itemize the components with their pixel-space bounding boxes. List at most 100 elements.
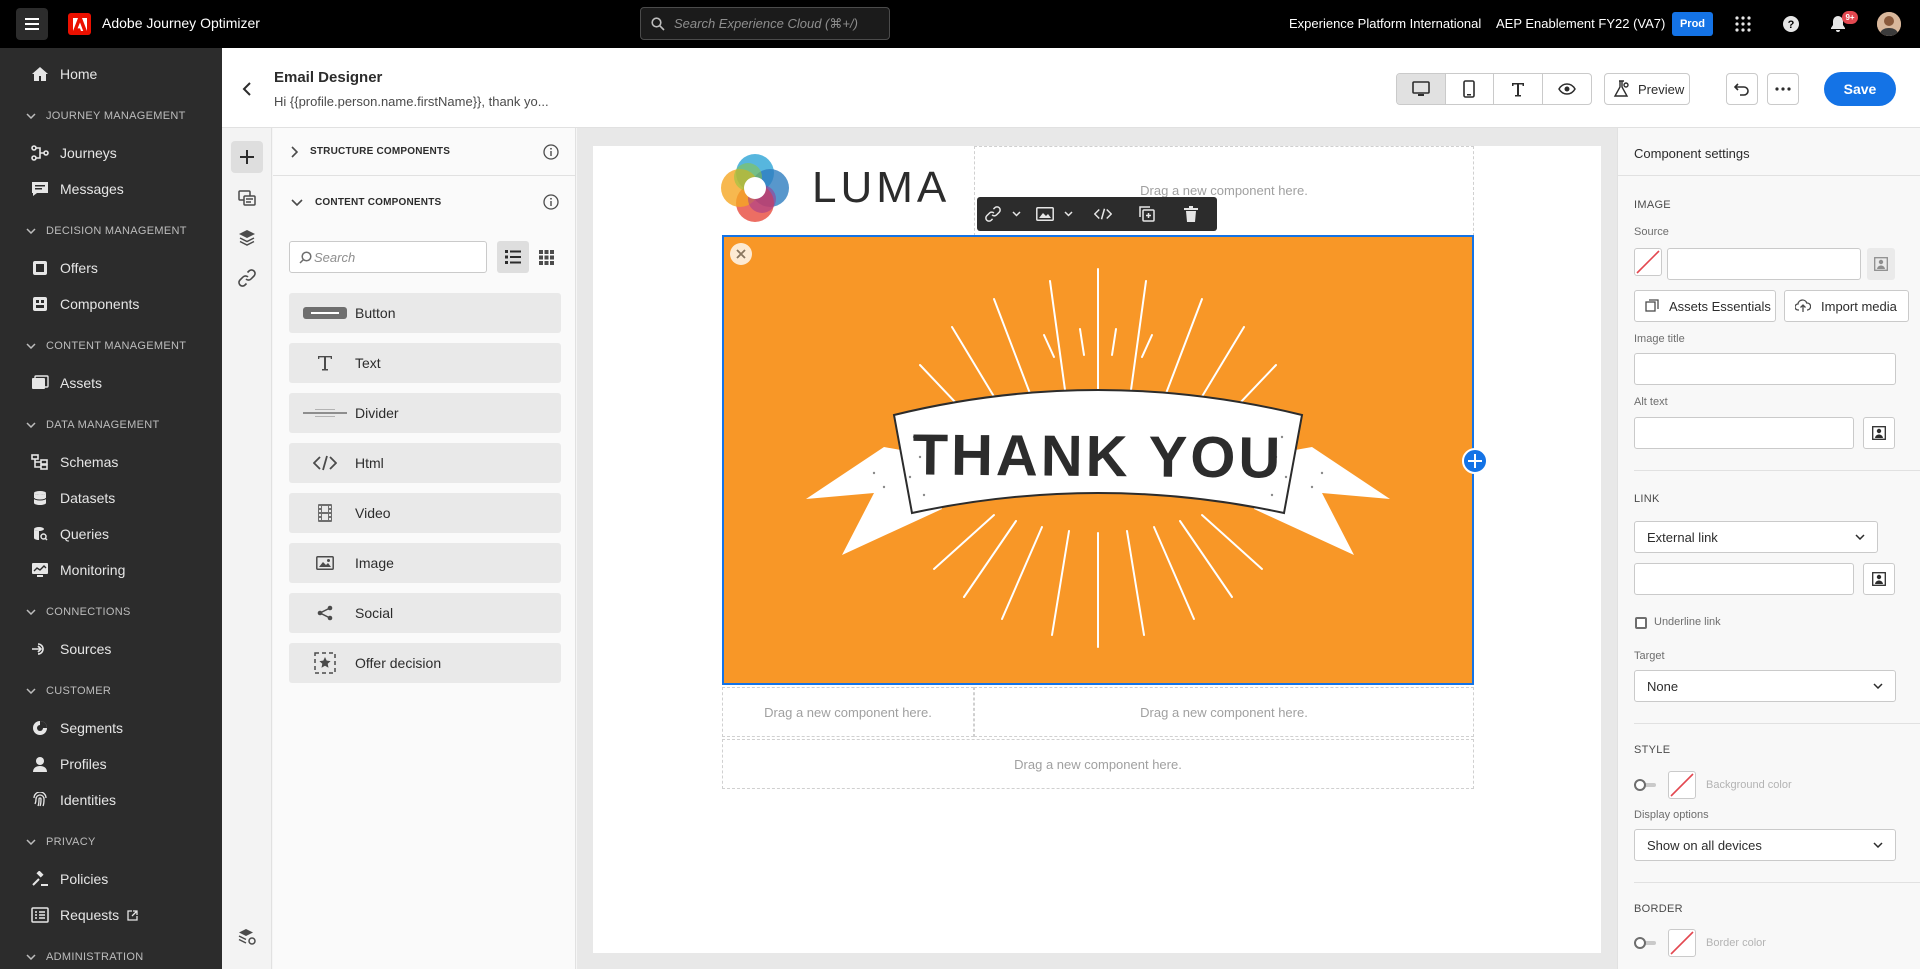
- border-color-swatch[interactable]: [1668, 929, 1696, 957]
- save-button[interactable]: Save: [1824, 72, 1896, 106]
- add-column-plus-icon[interactable]: [1462, 448, 1488, 474]
- nav-item-profiles[interactable]: Profiles: [30, 749, 107, 779]
- app-name[interactable]: Adobe Journey Optimizer: [102, 15, 260, 31]
- personalization-icon[interactable]: [1863, 563, 1895, 595]
- fragments-icon[interactable]: [231, 182, 263, 214]
- nav-section-decision-management[interactable]: DECISION MANAGEMENT: [26, 221, 187, 241]
- info-icon[interactable]: [543, 194, 559, 210]
- drop-zone[interactable]: Drag a new component here.: [722, 739, 1474, 789]
- preview-button[interactable]: Preview: [1604, 73, 1690, 105]
- drop-zone[interactable]: Drag a new component here.: [974, 687, 1474, 737]
- chevron-down-icon[interactable]: [1061, 197, 1075, 231]
- segments-icon: [30, 718, 50, 738]
- list-view-icon[interactable]: [497, 241, 529, 273]
- nav-section-customer[interactable]: CUSTOMER: [26, 681, 111, 701]
- close-icon[interactable]: [730, 243, 752, 265]
- alt-text-input[interactable]: [1634, 417, 1854, 449]
- background-color-swatch[interactable]: [1668, 771, 1696, 799]
- nav-item-datasets[interactable]: Datasets: [30, 483, 115, 513]
- nav-item-journeys[interactable]: Journeys: [30, 138, 117, 168]
- nav-section-journey-management[interactable]: JOURNEY MANAGEMENT: [26, 106, 186, 126]
- component-social[interactable]: Social: [289, 593, 561, 633]
- back-arrow-icon[interactable]: [236, 78, 258, 100]
- nav-section-content-management[interactable]: CONTENT MANAGEMENT: [26, 336, 186, 356]
- mobile-view-icon[interactable]: [1446, 74, 1494, 104]
- nav-item-components[interactable]: Components: [30, 289, 139, 319]
- duplicate-icon[interactable]: [1125, 197, 1169, 231]
- nav-section-data-management[interactable]: DATA MANAGEMENT: [26, 415, 160, 435]
- border-color-toggle[interactable]: [1634, 936, 1660, 950]
- link-url-input[interactable]: [1634, 563, 1854, 595]
- component-video[interactable]: Video: [289, 493, 561, 533]
- image-source-input[interactable]: [1667, 248, 1861, 280]
- sandbox-switcher[interactable]: AEP Enablement FY22 (VA7): [1496, 16, 1665, 31]
- link-type-select[interactable]: External link: [1634, 521, 1878, 553]
- nav-item-sources[interactable]: Sources: [30, 634, 111, 664]
- menu-icon[interactable]: [16, 8, 48, 40]
- adobe-logo-icon[interactable]: [68, 13, 91, 35]
- image-title-label: Image title: [1634, 333, 1685, 345]
- component-image[interactable]: Image: [289, 543, 561, 583]
- display-options-select[interactable]: Show on all devices: [1634, 829, 1896, 861]
- component-button[interactable]: Button: [289, 293, 561, 333]
- link-icon[interactable]: [977, 197, 1009, 231]
- info-icon[interactable]: [543, 144, 559, 160]
- nav-item-home[interactable]: Home: [30, 59, 97, 89]
- email-subject[interactable]: Hi {{profile.person.name.firstName}}, th…: [274, 94, 549, 109]
- content-components-header[interactable]: CONTENT COMPONENTS: [273, 178, 576, 226]
- nav-item-policies[interactable]: Policies: [30, 864, 108, 894]
- environment-badge[interactable]: Prod: [1672, 12, 1713, 36]
- add-components-icon[interactable]: [231, 141, 263, 173]
- component-settings-panel: Component settings IMAGE Source Assets E…: [1617, 128, 1920, 969]
- delete-trash-icon[interactable]: [1169, 197, 1213, 231]
- nav-item-messages[interactable]: Messages: [30, 174, 124, 204]
- global-search-input[interactable]: Search Experience Cloud (⌘+/): [640, 7, 890, 40]
- org-switcher[interactable]: Experience Platform International: [1289, 16, 1481, 31]
- personalization-icon[interactable]: [1863, 417, 1895, 449]
- apps-grid-icon[interactable]: [1731, 12, 1755, 36]
- code-icon[interactable]: [1081, 197, 1125, 231]
- background-color-toggle[interactable]: [1634, 778, 1660, 792]
- notifications-count-badge: 9+: [1842, 11, 1858, 24]
- nav-item-offers[interactable]: Offers: [30, 253, 98, 283]
- target-select[interactable]: None: [1634, 670, 1896, 702]
- layer-settings-icon[interactable]: [231, 921, 263, 953]
- component-search-input[interactable]: Search: [289, 241, 487, 273]
- nav-section-connections[interactable]: CONNECTIONS: [26, 602, 131, 622]
- nav-item-assets[interactable]: Assets: [30, 368, 102, 398]
- luma-logo[interactable]: LUMA: [718, 150, 954, 226]
- component-text[interactable]: Text: [289, 343, 561, 383]
- nav-item-identities[interactable]: Identities: [30, 785, 116, 815]
- image-icon[interactable]: [1029, 197, 1061, 231]
- more-options-button[interactable]: [1767, 73, 1799, 105]
- drop-zone[interactable]: Drag a new component here.: [722, 687, 974, 737]
- eye-preview-icon[interactable]: [1543, 74, 1592, 104]
- component-html[interactable]: Html: [289, 443, 561, 483]
- nav-section-privacy[interactable]: PRIVACY: [26, 832, 96, 852]
- nav-item-schemas[interactable]: Schemas: [30, 447, 118, 477]
- sources-icon: [30, 639, 50, 659]
- undo-button[interactable]: [1726, 73, 1758, 105]
- nav-item-segments[interactable]: Segments: [30, 713, 123, 743]
- help-icon[interactable]: ?: [1779, 12, 1803, 36]
- assets-essentials-button[interactable]: Assets Essentials: [1634, 290, 1776, 322]
- chevron-down-icon[interactable]: [1009, 197, 1023, 231]
- grid-view-icon[interactable]: [530, 241, 562, 273]
- nav-item-queries[interactable]: Queries: [30, 519, 109, 549]
- link-icon[interactable]: [231, 262, 263, 294]
- structure-components-header[interactable]: STRUCTURE COMPONENTS: [273, 128, 576, 176]
- underline-link-checkbox[interactable]: [1635, 617, 1647, 629]
- desktop-view-icon[interactable]: [1397, 74, 1446, 104]
- component-divider[interactable]: Divider: [289, 393, 561, 433]
- user-avatar[interactable]: [1877, 12, 1901, 36]
- layers-icon[interactable]: [231, 222, 263, 254]
- nav-item-requests[interactable]: Requests: [30, 900, 138, 930]
- nav-item-monitoring[interactable]: Monitoring: [30, 555, 125, 585]
- image-title-input[interactable]: [1634, 353, 1896, 385]
- component-offer-decision[interactable]: Offer decision: [289, 643, 561, 683]
- asset-picker-icon[interactable]: [1867, 248, 1895, 280]
- import-media-button[interactable]: Import media: [1784, 290, 1909, 322]
- text-view-icon[interactable]: [1494, 74, 1543, 104]
- selected-image-block[interactable]: THANK YOU: [722, 235, 1474, 685]
- nav-section-administration[interactable]: ADMINISTRATION: [26, 947, 144, 967]
